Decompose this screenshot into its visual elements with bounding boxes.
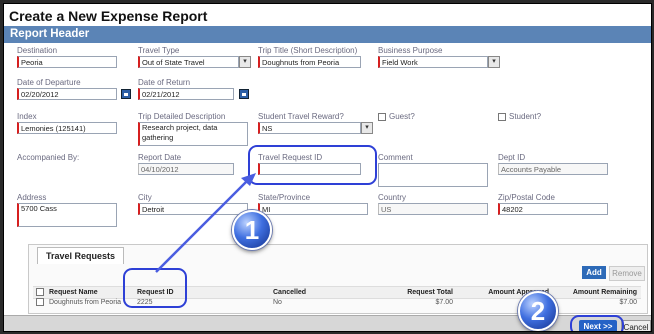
expense-report-window: Create a New Expense Report Report Heade… [3,3,652,332]
callout-badge-one: 1 [232,210,272,250]
callout-badge-two: 2 [518,291,558,331]
pointer-arrow [155,173,256,273]
